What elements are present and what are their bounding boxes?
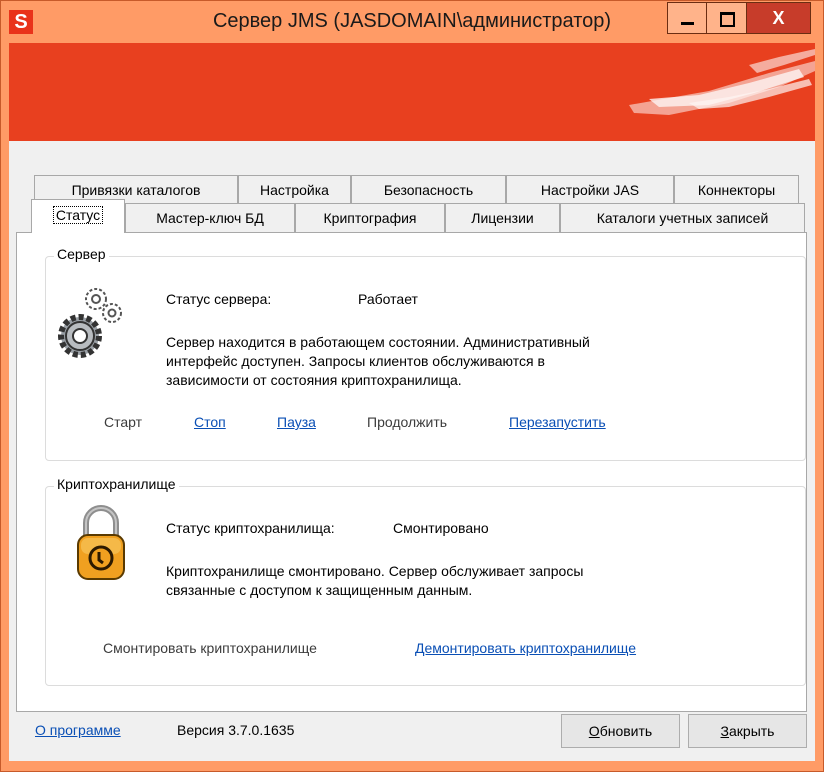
close-button[interactable]: Закрыть <box>688 714 807 748</box>
tab-connectors[interactable]: Коннекторы <box>674 175 799 204</box>
tab-account-catalogs[interactable]: Каталоги учетных записей <box>560 203 805 232</box>
close-window-button[interactable]: X <box>747 2 811 34</box>
start-server-action[interactable]: Старт <box>104 414 142 430</box>
app-window: S Сервер JMS (JASDOMAIN\администратор) X… <box>0 0 824 772</box>
header-banner <box>9 43 815 141</box>
unmount-vault-link[interactable]: Демонтировать криптохранилище <box>415 640 636 656</box>
vault-group-legend: Криптохранилище <box>54 476 179 492</box>
server-description-line-1: Сервер находится в работающем состоянии.… <box>166 334 590 350</box>
maximize-button[interactable] <box>707 2 747 34</box>
refresh-button[interactable]: Обновить <box>561 714 680 748</box>
about-program-link[interactable]: О программе <box>35 722 121 738</box>
tab-status[interactable]: Статус <box>31 199 125 233</box>
server-group: Сервер Статус сервера: Работает Сервер н… <box>45 246 806 461</box>
server-status-value: Работает <box>358 291 418 307</box>
vault-description-line-2: связанные с доступом к защищенным данным… <box>166 582 473 598</box>
refresh-button-mnemonic: О <box>588 723 600 739</box>
server-status-label: Статус сервера: <box>166 291 272 307</box>
tab-security[interactable]: Безопасность <box>351 175 506 204</box>
version-label: Версия 3.7.0.1635 <box>177 722 295 738</box>
vault-description-line-1: Криптохранилище смонтировано. Сервер обс… <box>166 563 584 579</box>
vault-status-value: Смонтировано <box>393 520 489 536</box>
server-description-line-3: зависимости от состояния криптохранилища… <box>166 372 462 388</box>
pause-server-link[interactable]: Пауза <box>277 414 316 430</box>
vault-status-label: Статус криптохранилища: <box>166 520 335 536</box>
vault-group: Криптохранилище Статус криптохранилища: … <box>45 476 806 686</box>
padlock-icon <box>77 505 125 580</box>
tab-cryptography[interactable]: Криптография <box>295 203 445 232</box>
tab-master-key[interactable]: Мастер-ключ БД <box>125 203 295 232</box>
maximize-icon <box>720 12 735 27</box>
vault-description: Криптохранилище смонтировано. Сервер обс… <box>166 562 583 600</box>
restart-server-link[interactable]: Перезапустить <box>509 414 606 430</box>
tab-jas-settings[interactable]: Настройки JAS <box>506 175 674 204</box>
banner-texture <box>629 49 815 115</box>
resume-server-action[interactable]: Продолжить <box>367 414 447 430</box>
mount-vault-action[interactable]: Смонтировать криптохранилище <box>103 640 317 656</box>
minimize-icon <box>681 22 694 25</box>
stop-server-link[interactable]: Стоп <box>194 414 226 430</box>
close-button-label: акрыть <box>729 723 775 739</box>
gears-icon <box>58 288 122 358</box>
tab-licenses[interactable]: Лицензии <box>445 203 560 232</box>
refresh-button-label: бновить <box>599 723 653 739</box>
server-group-legend: Сервер <box>54 246 109 262</box>
tab-status-label: Статус <box>52 206 104 224</box>
tab-settings[interactable]: Настройка <box>238 175 351 204</box>
server-description-line-2: интерфейс доступен. Запросы клиентов обс… <box>166 353 545 369</box>
minimize-button[interactable] <box>667 2 707 34</box>
dialog-client-area: Привязки каталогов Настройка Безопасност… <box>9 141 815 761</box>
server-description: Сервер находится в работающем состоянии.… <box>166 333 590 390</box>
title-bar[interactable]: S Сервер JMS (JASDOMAIN\администратор) X <box>1 1 823 43</box>
status-tab-panel: Сервер Статус сервера: Работает Сервер н… <box>16 232 807 712</box>
close-button-mnemonic: З <box>720 723 729 739</box>
